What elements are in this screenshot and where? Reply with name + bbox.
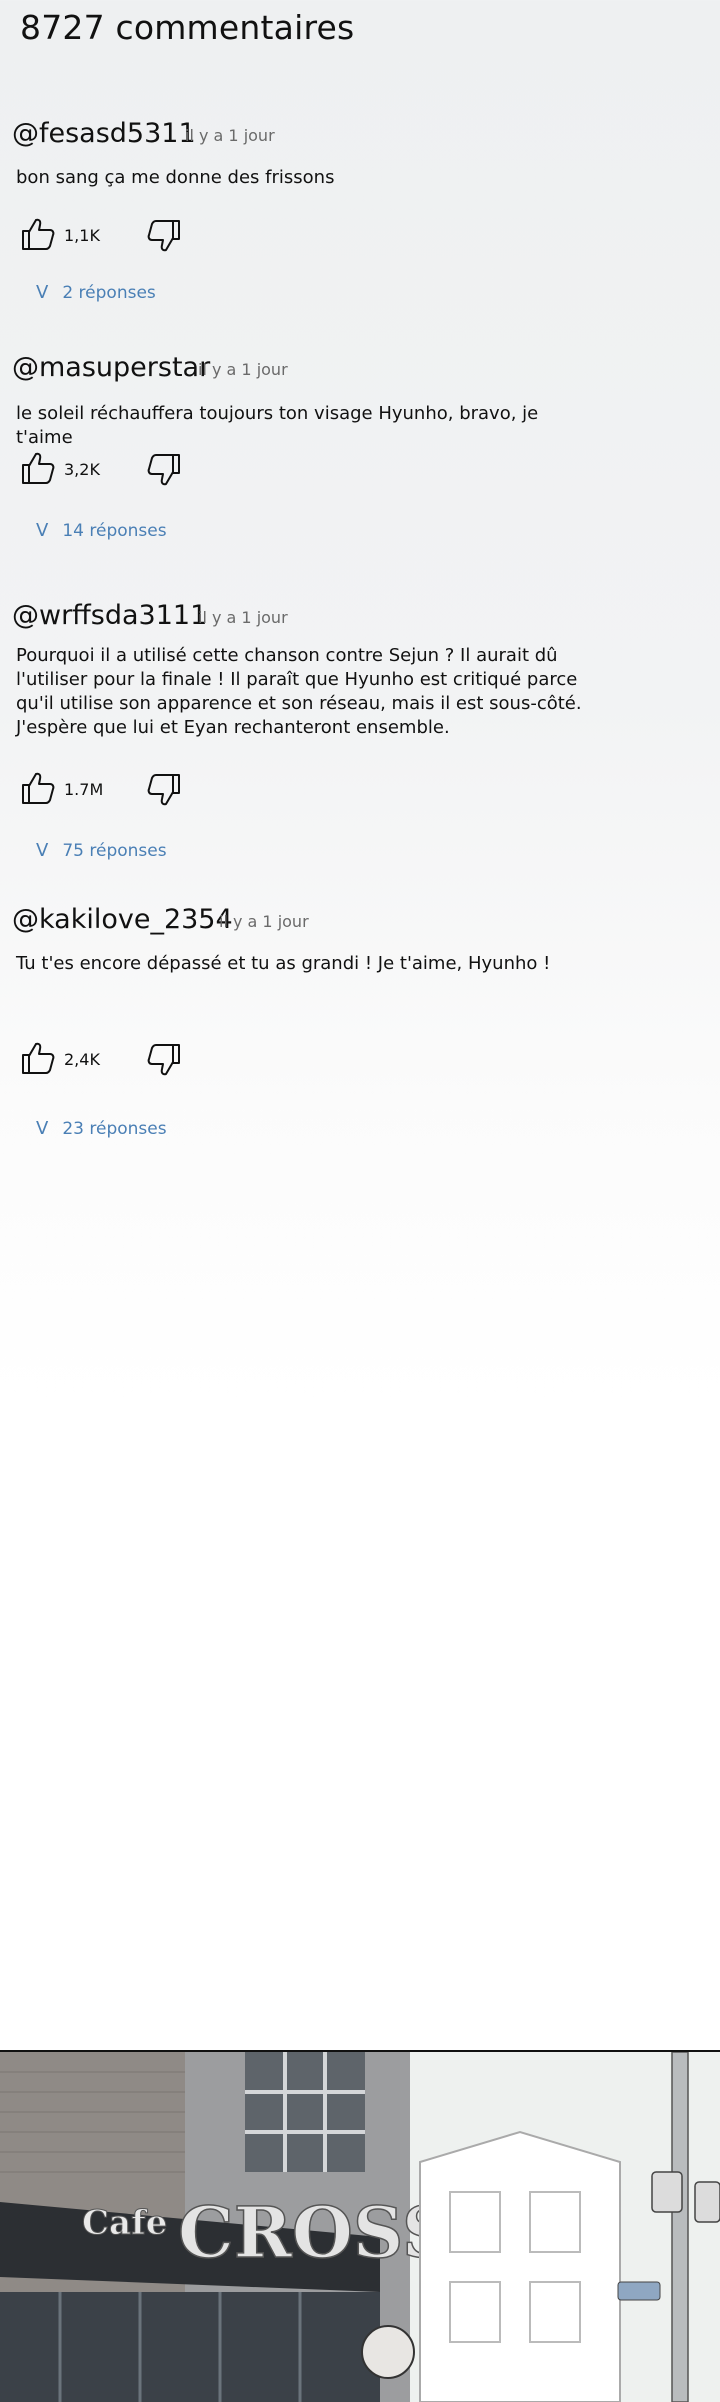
chevron-down-icon: V — [36, 282, 49, 303]
thumbs-down-icon[interactable] — [146, 218, 182, 254]
thumbs-up-icon[interactable] — [20, 216, 56, 252]
replies-toggle[interactable]: V 75 réponses — [36, 840, 167, 861]
comment-timestamp: il y a 1 jour — [185, 126, 275, 145]
comment-username[interactable]: @kakilove_2354 — [12, 904, 233, 935]
cafe-sign-large: CROSS — [178, 2191, 452, 2274]
replies-count: 2 réponses — [62, 283, 156, 303]
chevron-down-icon: V — [36, 1118, 49, 1139]
thumbs-up-icon[interactable] — [20, 450, 56, 486]
comment-header: @wrffsda3111 il y a 1 jour — [12, 600, 702, 640]
thumbs-down-icon[interactable] — [146, 452, 182, 488]
comment-text: Pourquoi il a utilisé cette chanson cont… — [16, 645, 582, 738]
comment-item: @fesasd5311 il y a 1 jour bon sang ça me… — [12, 118, 702, 318]
thumbs-down-icon[interactable] — [146, 772, 182, 808]
comment-timestamp: il y a 1 jour — [198, 608, 288, 627]
cafe-building-drawing: Cafe CROSS — [0, 2052, 720, 2402]
replies-count: 75 réponses — [62, 841, 167, 861]
comment-item: @kakilove_2354 il y a 1 jour Tu t'es enc… — [12, 904, 702, 1144]
chevron-down-icon: V — [36, 840, 49, 861]
replies-count: 23 réponses — [62, 1119, 167, 1139]
chevron-down-icon: V — [36, 520, 49, 541]
comment-text: le soleil réchauffera toujours ton visag… — [16, 403, 539, 448]
comment-header: @masuperstar il y a 1 jour — [12, 352, 702, 392]
comment-timestamp: il y a 1 jour — [198, 360, 288, 379]
like-count: 3,2K — [64, 460, 100, 479]
comment-header: @kakilove_2354 il y a 1 jour — [12, 904, 702, 944]
like-count: 1,1K — [64, 226, 100, 245]
cafe-street-illustration: Cafe CROSS — [0, 2050, 720, 2402]
comment-username[interactable]: @wrffsda3111 — [12, 600, 207, 631]
comment-actions: 3,2K — [20, 450, 220, 490]
thumbs-down-icon[interactable] — [146, 1042, 182, 1078]
comment-text: Tu t'es encore dépassé et tu as grandi !… — [16, 953, 551, 974]
comments-count-title: 8727 commentaires — [20, 8, 355, 47]
replies-toggle[interactable]: V 23 réponses — [36, 1118, 167, 1139]
comment-timestamp: il y a 1 jour — [219, 912, 309, 931]
comment-username[interactable]: @fesasd5311 — [12, 118, 196, 149]
comment-username[interactable]: @masuperstar — [12, 352, 210, 383]
comment-actions: 1,1K — [20, 216, 220, 256]
comment-text: bon sang ça me donne des frissons — [16, 167, 335, 188]
thumbs-up-icon[interactable] — [20, 1040, 56, 1076]
replies-count: 14 réponses — [62, 521, 167, 541]
thumbs-up-icon[interactable] — [20, 770, 56, 806]
like-count: 1.7M — [64, 780, 104, 799]
replies-toggle[interactable]: V 14 réponses — [36, 520, 167, 541]
replies-toggle[interactable]: V 2 réponses — [36, 282, 156, 303]
comment-actions: 2,4K — [20, 1040, 220, 1080]
cafe-sign-small: Cafe — [82, 2203, 167, 2243]
comment-item: @masuperstar il y a 1 jour le soleil réc… — [12, 352, 702, 552]
like-count: 2,4K — [64, 1050, 100, 1069]
comment-actions: 1.7M — [20, 770, 220, 810]
comment-item: @wrffsda3111 il y a 1 jour Pourquoi il a… — [12, 600, 702, 870]
comment-header: @fesasd5311 il y a 1 jour — [12, 118, 702, 158]
